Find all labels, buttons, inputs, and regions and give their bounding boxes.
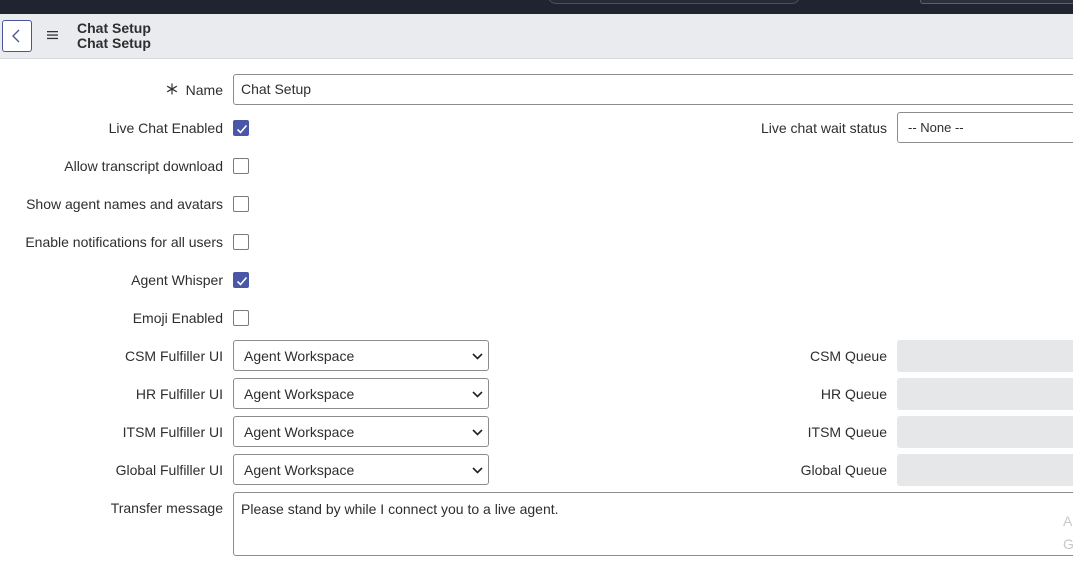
checkmark-icon bbox=[236, 124, 248, 134]
global-fulfiller-ui-value: Agent Workspace bbox=[244, 462, 355, 478]
transfer-message-textarea[interactable]: Please stand by while I connect you to a… bbox=[233, 492, 1073, 556]
global-fulfiller-ui-label: Global Fulfiller UI bbox=[115, 462, 223, 478]
topbar-control[interactable] bbox=[920, 0, 1073, 4]
chevron-down-icon bbox=[472, 353, 483, 360]
hr-fulfiller-ui-value: Agent Workspace bbox=[244, 386, 355, 402]
global-queue-field[interactable] bbox=[897, 454, 1073, 486]
csm-queue-label: CSM Queue bbox=[809, 348, 887, 364]
allow-transcript-download-checkbox[interactable] bbox=[233, 158, 249, 174]
live-chat-enabled-checkbox[interactable] bbox=[233, 120, 249, 136]
required-asterisk-icon bbox=[166, 83, 178, 95]
hamburger-menu-icon[interactable] bbox=[47, 30, 59, 42]
page-title: Chat Setup bbox=[77, 20, 151, 36]
chevron-down-icon bbox=[472, 391, 483, 398]
itsm-queue-label: ITSM Queue bbox=[807, 424, 887, 440]
global-fulfiller-ui-select[interactable]: Agent Workspace bbox=[233, 454, 489, 485]
agent-whisper-label: Agent Whisper bbox=[131, 272, 223, 288]
emoji-enabled-label: Emoji Enabled bbox=[132, 310, 223, 326]
live-chat-wait-status-value: -- None -- bbox=[908, 120, 964, 135]
csm-fulfiller-ui-select[interactable]: Agent Workspace bbox=[233, 340, 489, 371]
emoji-enabled-checkbox[interactable] bbox=[233, 310, 249, 326]
enable-notifications-checkbox[interactable] bbox=[233, 234, 249, 250]
chevron-down-icon bbox=[472, 429, 483, 436]
global-queue-label: Global Queue bbox=[800, 462, 887, 478]
enable-notifications-label: Enable notifications for all users bbox=[25, 234, 223, 250]
csm-fulfiller-ui-label: CSM Fulfiller UI bbox=[124, 348, 223, 364]
page-subtitle: Chat Setup bbox=[77, 35, 151, 51]
hr-queue-field[interactable] bbox=[897, 378, 1073, 410]
name-label: Name bbox=[185, 82, 223, 98]
allow-transcript-download-label: Allow transcript download bbox=[64, 158, 223, 174]
hr-queue-label: HR Queue bbox=[820, 386, 887, 402]
live-chat-wait-status-select[interactable]: -- None -- bbox=[897, 112, 1073, 143]
hr-fulfiller-ui-select[interactable]: Agent Workspace bbox=[233, 378, 489, 409]
watermark-letter: G bbox=[1063, 536, 1073, 552]
itsm-queue-field[interactable] bbox=[897, 416, 1073, 448]
live-chat-enabled-label: Live Chat Enabled bbox=[108, 120, 223, 136]
form-header: Chat Setup Chat Setup bbox=[0, 14, 1073, 59]
name-input[interactable]: Chat Setup bbox=[233, 74, 1073, 105]
back-button[interactable] bbox=[2, 20, 32, 52]
hr-fulfiller-ui-label: HR Fulfiller UI bbox=[135, 386, 223, 402]
csm-fulfiller-ui-value: Agent Workspace bbox=[244, 348, 355, 364]
global-search-box[interactable] bbox=[548, 0, 800, 4]
transfer-message-label: Transfer message bbox=[110, 500, 223, 516]
itsm-fulfiller-ui-label: ITSM Fulfiller UI bbox=[122, 424, 223, 440]
show-agent-names-label: Show agent names and avatars bbox=[26, 196, 223, 212]
checkmark-icon bbox=[236, 276, 248, 286]
csm-queue-field[interactable] bbox=[897, 340, 1073, 372]
chevron-down-icon bbox=[472, 467, 483, 474]
watermark-letter: A bbox=[1063, 513, 1073, 529]
page-title-block: Chat Setup Chat Setup bbox=[77, 21, 151, 51]
top-navigation-bar bbox=[0, 0, 1073, 14]
show-agent-names-checkbox[interactable] bbox=[233, 196, 249, 212]
itsm-fulfiller-ui-value: Agent Workspace bbox=[244, 424, 355, 440]
chevron-left-icon bbox=[12, 29, 20, 43]
live-chat-wait-status-label: Live chat wait status bbox=[760, 120, 887, 136]
agent-whisper-checkbox[interactable] bbox=[233, 272, 249, 288]
itsm-fulfiller-ui-select[interactable]: Agent Workspace bbox=[233, 416, 489, 447]
